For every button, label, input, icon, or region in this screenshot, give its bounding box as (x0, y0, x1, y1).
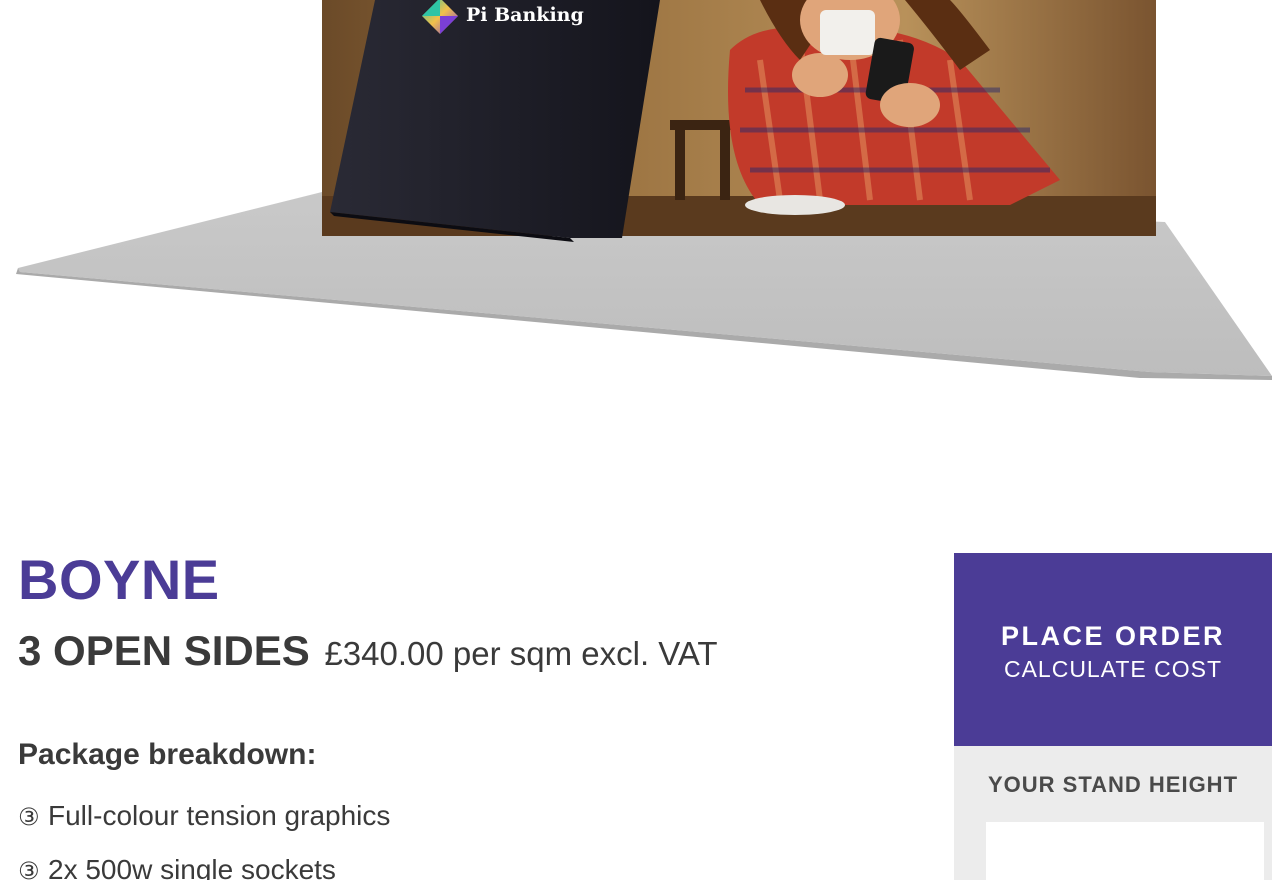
feature-list: ③ Full-colour tension graphics ③ 2x 500w s… (18, 798, 390, 880)
product-variant: 3 OPEN SIDES (18, 627, 310, 674)
product-subtitle: 3 OPEN SIDES £340.00 per sqm excl. VAT (18, 630, 718, 672)
feature-text: 2x 500w single sockets (48, 854, 336, 880)
reception-counter (330, 0, 660, 238)
product-price: £340.00 per sqm excl. VAT (324, 635, 718, 672)
feature-text: Full-colour tension graphics (48, 800, 391, 831)
place-order-title: PLACE ORDER (1000, 621, 1225, 651)
product-title: BOYNE (18, 548, 220, 611)
order-form: YOUR STAND HEIGHT (954, 746, 1272, 880)
list-item: ③ 2x 500w single sockets (18, 852, 390, 880)
brand-logo-text: Pi Banking (466, 4, 584, 26)
product-page: Pi Banking BOYNE 3 OPEN SIDES £340.00 pe… (0, 0, 1272, 880)
stand-product-image: Pi Banking (0, 0, 1272, 380)
package-breakdown-heading: Package breakdown: (18, 738, 317, 771)
calculate-cost-label: CALCULATE COST (1003, 656, 1223, 682)
list-item: ③ Full-colour tension graphics (18, 798, 390, 852)
circled-three-icon: ③ (18, 804, 40, 831)
stand-height-label: YOUR STAND HEIGHT (987, 772, 1239, 797)
place-order-button[interactable]: PLACE ORDER CALCULATE COST (954, 553, 1272, 746)
stand-height-input[interactable] (986, 822, 1264, 880)
circled-three-icon: ③ (18, 858, 40, 880)
